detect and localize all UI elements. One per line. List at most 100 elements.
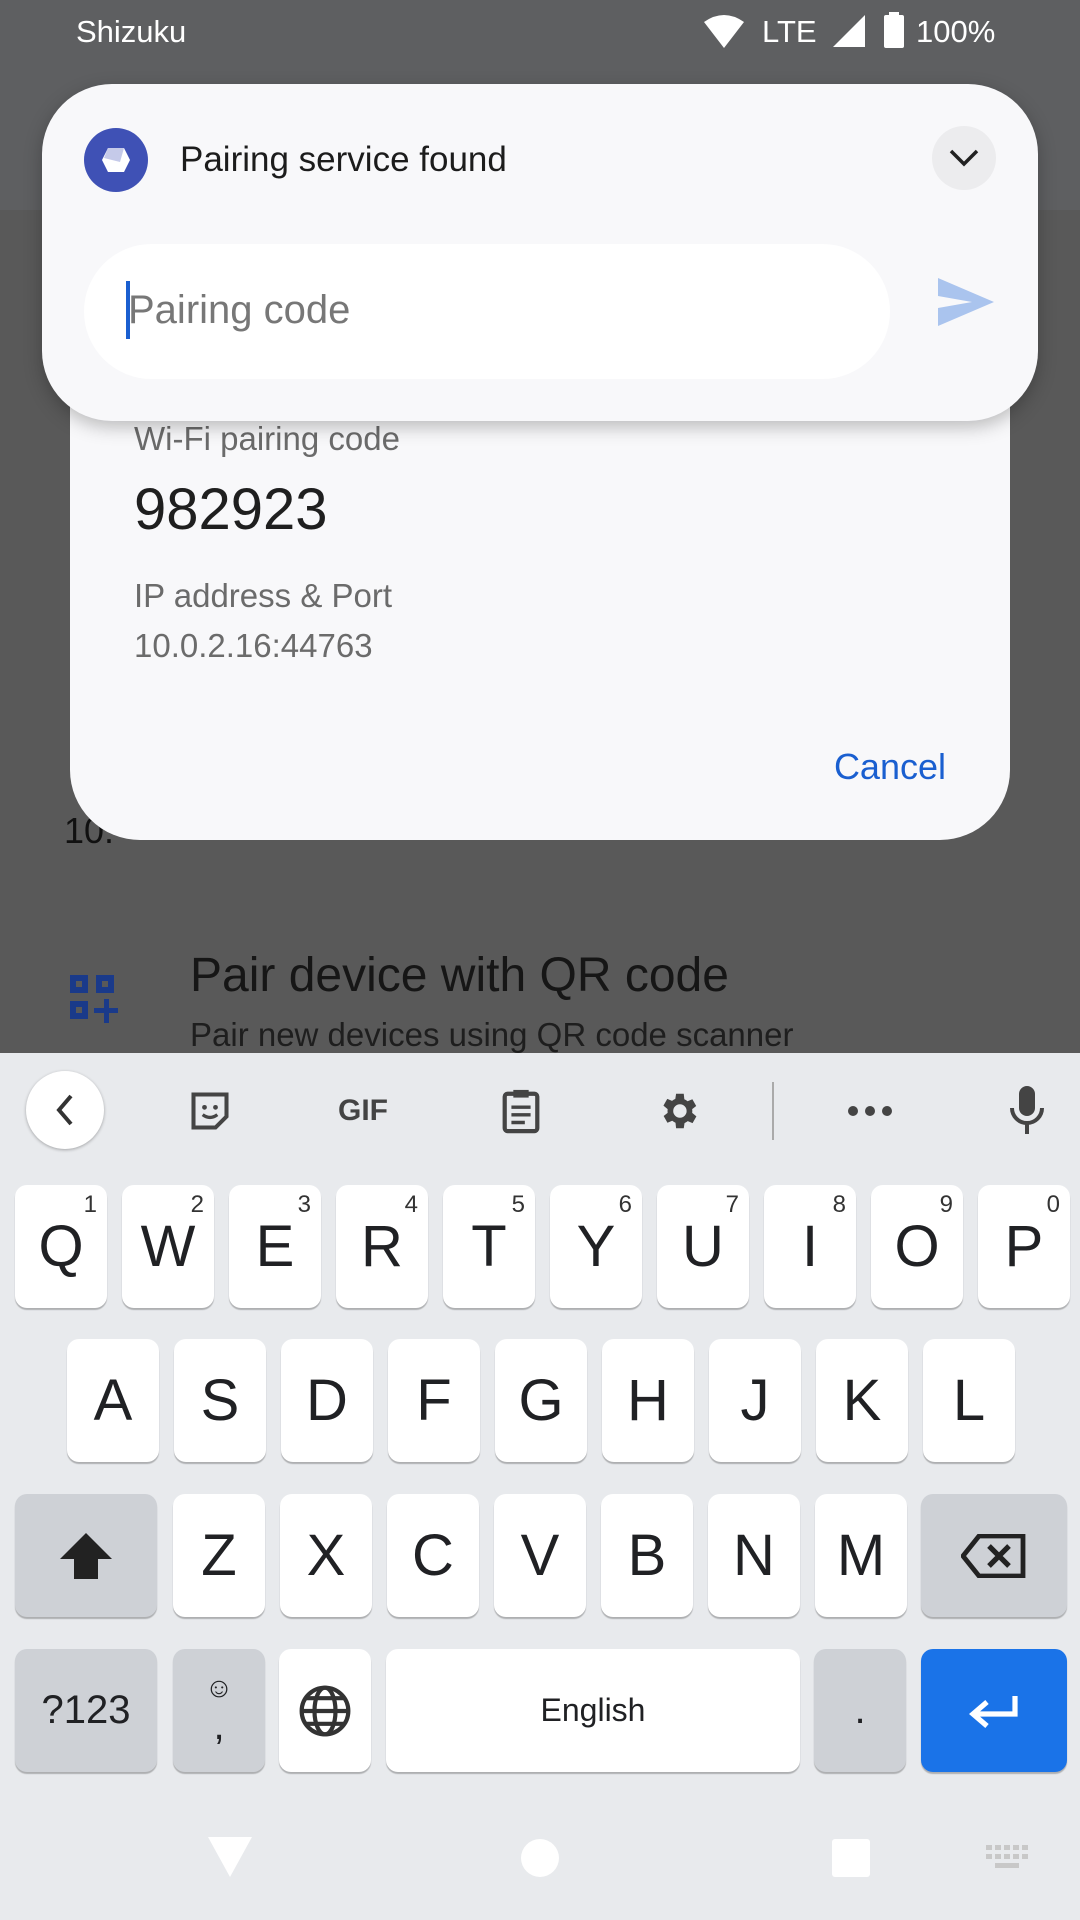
- key-w[interactable]: W2: [122, 1185, 214, 1308]
- key-hint-number: 0: [1046, 1191, 1060, 1218]
- more-button[interactable]: [844, 1085, 896, 1137]
- key-label: D: [306, 1368, 348, 1433]
- key-label: V: [520, 1523, 560, 1588]
- cancel-button[interactable]: Cancel: [834, 746, 946, 788]
- qr-subtitle: Pair new devices using QR code scanner: [190, 1016, 794, 1053]
- chevron-down-icon: [949, 149, 979, 167]
- send-icon[interactable]: [938, 278, 994, 326]
- globe-icon: [299, 1685, 351, 1736]
- key-e[interactable]: E3: [229, 1185, 321, 1308]
- key-j[interactable]: J: [709, 1339, 801, 1462]
- network-type: LTE: [762, 14, 817, 49]
- key-hint-number: 5: [511, 1191, 525, 1218]
- key-n[interactable]: N: [708, 1494, 800, 1617]
- key-r[interactable]: R4: [336, 1185, 428, 1308]
- key-label: B: [627, 1523, 667, 1588]
- key-m[interactable]: M: [815, 1494, 907, 1617]
- key-d[interactable]: D: [281, 1339, 373, 1462]
- keyboard-switch-icon[interactable]: [986, 1845, 1030, 1871]
- emoji-comma-key[interactable]: ☺,: [173, 1649, 265, 1772]
- key-label: O: [894, 1214, 940, 1279]
- backspace-key[interactable]: [921, 1494, 1067, 1617]
- key-u[interactable]: U7: [657, 1185, 749, 1308]
- key-label: Y: [576, 1214, 616, 1279]
- key-label: G: [518, 1368, 564, 1433]
- sticker-icon: [191, 1092, 229, 1130]
- nav-back-icon[interactable]: [206, 1835, 254, 1879]
- clipboard-button[interactable]: [495, 1085, 547, 1137]
- key-label: Q: [38, 1214, 84, 1279]
- key-a[interactable]: A: [67, 1339, 159, 1462]
- key-hint-number: 6: [618, 1191, 632, 1218]
- key-b[interactable]: B: [601, 1494, 693, 1617]
- pairing-dialog: Wi-Fi pairing code 982923 IP address & P…: [70, 380, 1010, 840]
- status-bar: Shizuku LTE 100%: [0, 0, 1080, 64]
- gif-button[interactable]: GIF: [330, 1085, 396, 1137]
- key-v[interactable]: V: [494, 1494, 586, 1617]
- emoji-icon: ☺: [204, 1672, 234, 1703]
- key-label: K: [842, 1368, 882, 1433]
- shift-icon: [60, 1532, 112, 1579]
- symbols-key[interactable]: ?123: [15, 1649, 157, 1772]
- gear-icon: [663, 1093, 697, 1129]
- key-label: X: [306, 1523, 346, 1588]
- key-o[interactable]: O9: [871, 1185, 963, 1308]
- pairing-notification: Pairing service found Pairing code: [42, 84, 1038, 421]
- key-label: H: [627, 1368, 669, 1433]
- pairing-code-input[interactable]: Pairing code: [84, 244, 890, 379]
- notification-title: Pairing service found: [180, 140, 507, 179]
- ip-value: 10.0.2.16:44763: [134, 627, 373, 664]
- nav-recents-icon[interactable]: [831, 1838, 871, 1878]
- key-label: T: [471, 1214, 507, 1279]
- key-i[interactable]: I8: [764, 1185, 856, 1308]
- key-f[interactable]: F: [388, 1339, 480, 1462]
- clipboard-icon: [502, 1089, 540, 1134]
- battery-icon: [884, 12, 904, 48]
- signal-icon: [833, 15, 865, 47]
- shift-key[interactable]: [15, 1494, 157, 1617]
- key-k[interactable]: K: [816, 1339, 908, 1462]
- key-l[interactable]: L: [923, 1339, 1015, 1462]
- voice-input-button[interactable]: [1001, 1085, 1053, 1137]
- pair-qr-item[interactable]: Pair device with QR code Pair new device…: [0, 949, 1080, 1053]
- key-label: C: [412, 1523, 454, 1588]
- key-hint-number: 4: [404, 1191, 418, 1218]
- key-label: M: [836, 1523, 886, 1588]
- backspace-icon: [961, 1533, 1026, 1578]
- key-hint-number: 8: [832, 1191, 846, 1218]
- key-hint-number: 7: [725, 1191, 739, 1218]
- sticker-button[interactable]: [184, 1085, 236, 1137]
- status-app-name: Shizuku: [76, 14, 187, 49]
- key-x[interactable]: X: [280, 1494, 372, 1617]
- key-label: U: [682, 1214, 724, 1279]
- key-label: R: [361, 1214, 403, 1279]
- key-q[interactable]: Q1: [15, 1185, 107, 1308]
- code-label: Wi-Fi pairing code: [134, 420, 400, 457]
- key-label: E: [255, 1214, 295, 1279]
- period-key[interactable]: .: [814, 1649, 906, 1772]
- key-h[interactable]: H: [602, 1339, 694, 1462]
- space-key[interactable]: English: [386, 1649, 800, 1772]
- key-s[interactable]: S: [174, 1339, 266, 1462]
- nav-home-icon[interactable]: [520, 1838, 560, 1878]
- expand-button[interactable]: [932, 126, 996, 190]
- key-hint-number: 3: [297, 1191, 311, 1218]
- key-z[interactable]: Z: [173, 1494, 265, 1617]
- key-t[interactable]: T5: [443, 1185, 535, 1308]
- settings-button[interactable]: [652, 1085, 704, 1137]
- enter-key[interactable]: [921, 1649, 1067, 1772]
- key-p[interactable]: P0: [978, 1185, 1070, 1308]
- enter-icon: [969, 1695, 1018, 1728]
- key-c[interactable]: C: [387, 1494, 479, 1617]
- wifi-icon: [704, 15, 744, 48]
- comma-label: ,: [213, 1704, 225, 1748]
- key-y[interactable]: Y6: [550, 1185, 642, 1308]
- key-g[interactable]: G: [495, 1339, 587, 1462]
- keyboard-back-button[interactable]: [26, 1071, 104, 1149]
- qr-add-icon: [70, 975, 118, 1023]
- key-label: Z: [201, 1523, 237, 1588]
- input-placeholder: Pairing code: [128, 288, 351, 332]
- language-key[interactable]: [279, 1649, 371, 1772]
- pairing-code: 982923: [134, 477, 328, 542]
- qr-title: Pair device with QR code: [190, 949, 729, 1002]
